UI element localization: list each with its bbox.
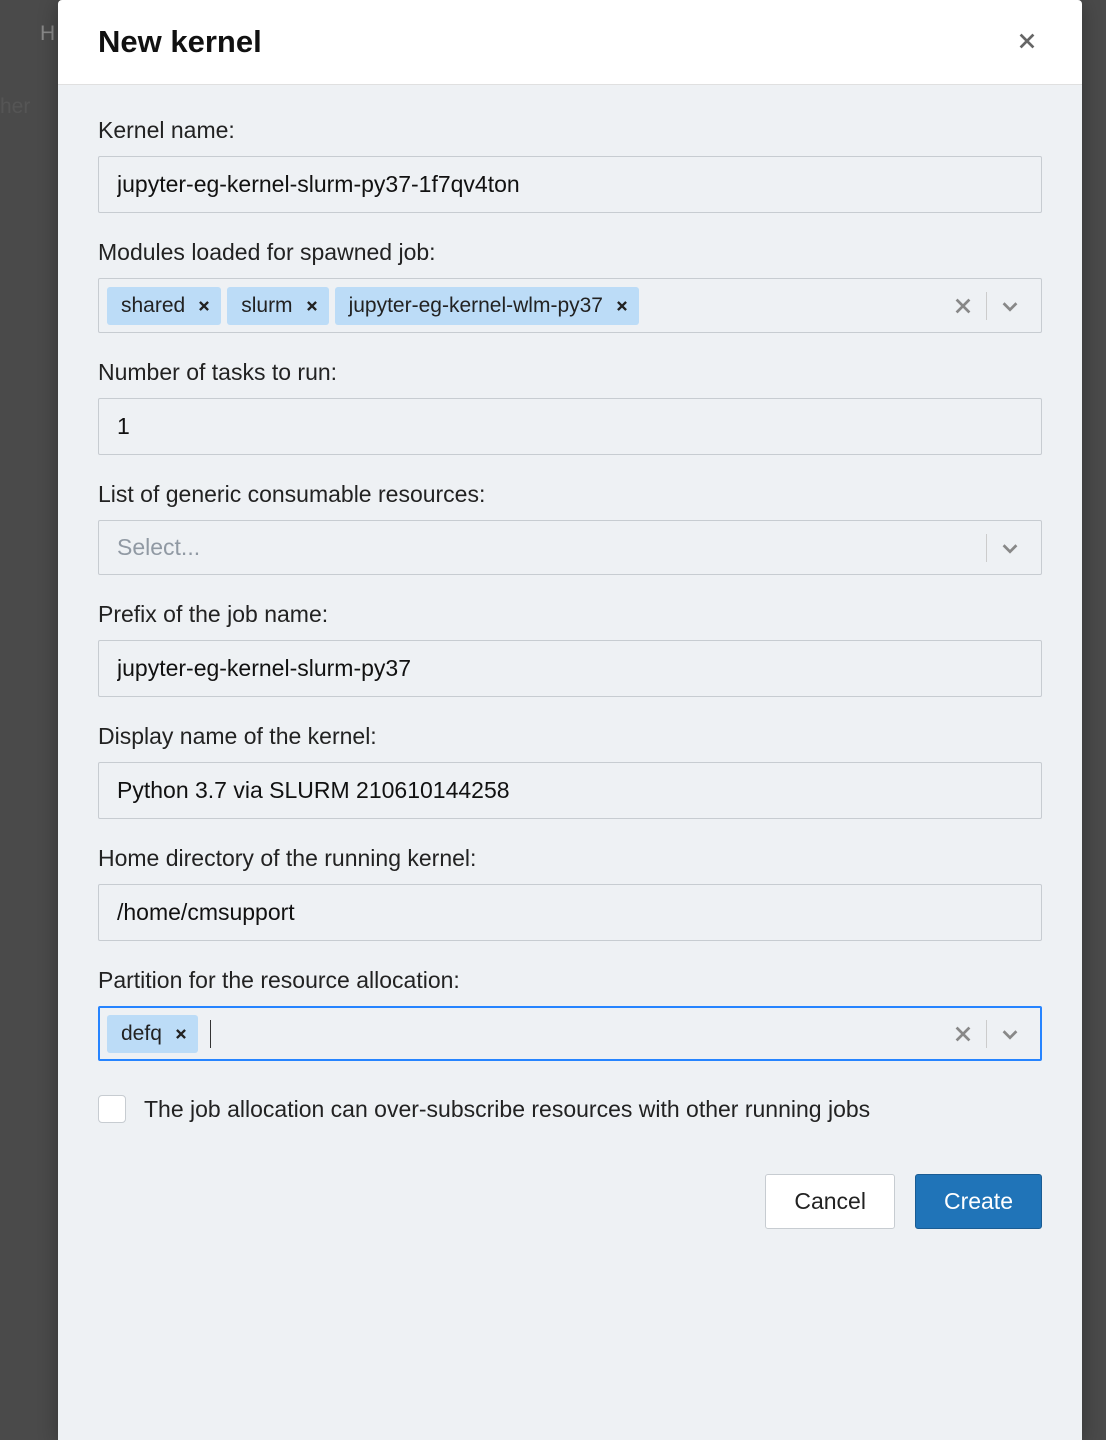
display-name-group: Display name of the kernel:: [98, 723, 1042, 819]
module-tag-label: shared: [121, 294, 185, 318]
prefix-input[interactable]: [98, 640, 1042, 697]
cancel-button[interactable]: Cancel: [765, 1174, 895, 1229]
num-tasks-label: Number of tasks to run:: [98, 359, 1042, 386]
module-tag-label: jupyter-eg-kernel-wlm-py37: [349, 294, 603, 318]
module-tag: jupyter-eg-kernel-wlm-py37: [335, 287, 639, 325]
modal-footer: Cancel Create: [98, 1126, 1042, 1269]
gres-placeholder: Select...: [107, 534, 200, 561]
backdrop-partial-text-2: H: [40, 22, 55, 46]
num-tasks-input[interactable]: [98, 398, 1042, 455]
partition-tag-label: defq: [121, 1022, 162, 1046]
kernel-name-input[interactable]: [98, 156, 1042, 213]
kernel-name-group: Kernel name:: [98, 117, 1042, 213]
modules-select[interactable]: shared slurm jupyter-eg-kernel-wlm-py37: [98, 278, 1042, 333]
backdrop-partial-text-3: her: [0, 95, 30, 119]
prefix-label: Prefix of the job name:: [98, 601, 1042, 628]
modules-label: Modules loaded for spawned job:: [98, 239, 1042, 266]
gres-tags: Select...: [107, 534, 986, 561]
remove-tag-icon[interactable]: [197, 299, 211, 313]
kernel-name-label: Kernel name:: [98, 117, 1042, 144]
gres-group: List of generic consumable resources: Se…: [98, 481, 1042, 575]
modal-body: Kernel name: Modules loaded for spawned …: [58, 85, 1082, 1440]
modal-header: New kernel: [58, 0, 1082, 85]
text-cursor: [210, 1020, 211, 1048]
display-name-input[interactable]: [98, 762, 1042, 819]
select-indicators: [940, 292, 1033, 320]
remove-tag-icon[interactable]: [305, 299, 319, 313]
close-icon: [1016, 30, 1038, 55]
close-button[interactable]: [1012, 26, 1042, 59]
modal-title: New kernel: [98, 24, 262, 60]
modules-tags: shared slurm jupyter-eg-kernel-wlm-py37: [107, 287, 940, 325]
oversubscribe-checkbox[interactable]: [98, 1095, 126, 1123]
module-tag: slurm: [227, 287, 328, 325]
new-kernel-modal: New kernel Kernel name: Modules loaded f…: [58, 0, 1082, 1440]
partition-group: Partition for the resource allocation: d…: [98, 967, 1042, 1061]
clear-all-icon[interactable]: [940, 295, 986, 317]
home-dir-input[interactable]: [98, 884, 1042, 941]
clear-all-icon[interactable]: [940, 1023, 986, 1045]
select-indicators: [940, 1020, 1033, 1048]
partition-label: Partition for the resource allocation:: [98, 967, 1042, 994]
remove-tag-icon[interactable]: [615, 299, 629, 313]
partition-select[interactable]: defq: [98, 1006, 1042, 1061]
oversubscribe-label: The job allocation can over-subscribe re…: [144, 1093, 870, 1126]
partition-tag: defq: [107, 1015, 198, 1053]
module-tag-label: slurm: [241, 294, 292, 318]
home-dir-group: Home directory of the running kernel:: [98, 845, 1042, 941]
partition-tags: defq: [107, 1015, 940, 1053]
prefix-group: Prefix of the job name:: [98, 601, 1042, 697]
gres-select[interactable]: Select...: [98, 520, 1042, 575]
home-dir-label: Home directory of the running kernel:: [98, 845, 1042, 872]
chevron-down-icon[interactable]: [987, 1023, 1033, 1045]
chevron-down-icon[interactable]: [987, 295, 1033, 317]
select-indicators: [986, 534, 1033, 562]
gres-label: List of generic consumable resources:: [98, 481, 1042, 508]
module-tag: shared: [107, 287, 221, 325]
oversubscribe-row: The job allocation can over-subscribe re…: [98, 1093, 1042, 1126]
display-name-label: Display name of the kernel:: [98, 723, 1042, 750]
create-button[interactable]: Create: [915, 1174, 1042, 1229]
num-tasks-group: Number of tasks to run:: [98, 359, 1042, 455]
modules-group: Modules loaded for spawned job: shared s…: [98, 239, 1042, 333]
remove-tag-icon[interactable]: [174, 1027, 188, 1041]
chevron-down-icon[interactable]: [987, 537, 1033, 559]
